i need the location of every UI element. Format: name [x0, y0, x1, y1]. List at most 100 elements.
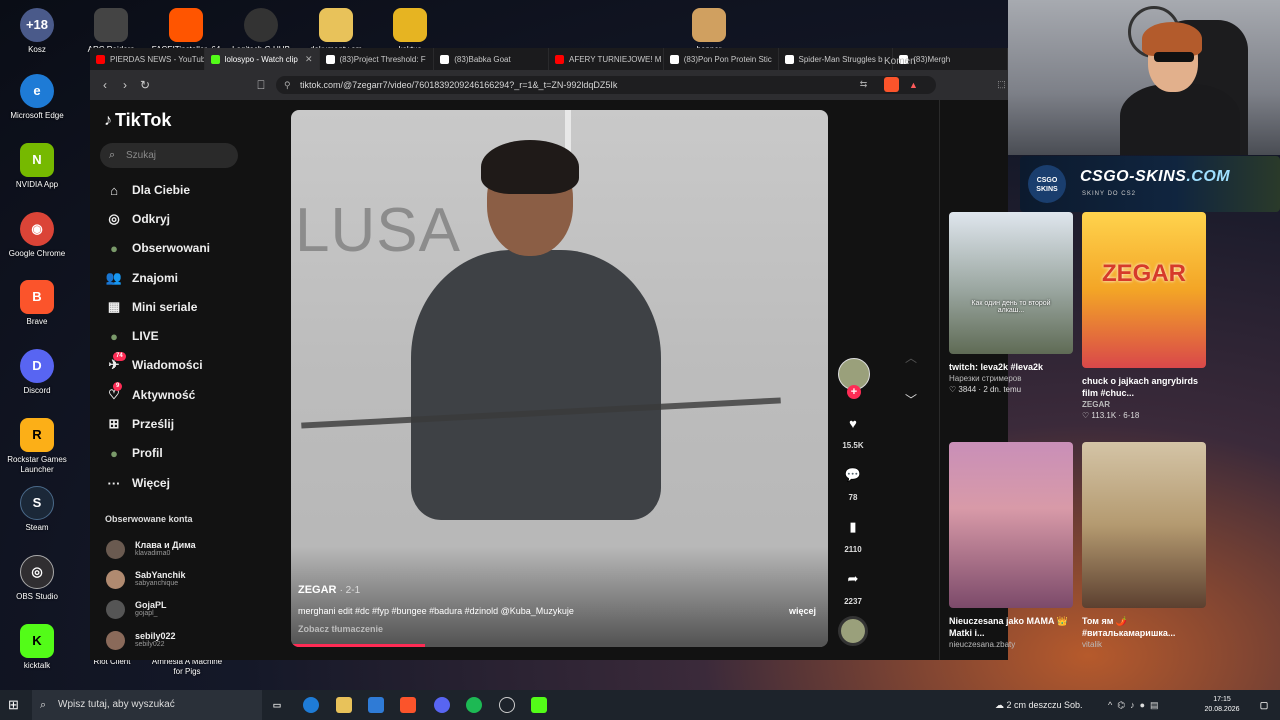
tiktok-logo[interactable]: ♪ TikTok	[104, 110, 171, 131]
nav-item-more[interactable]: ··· Więcej	[104, 472, 170, 494]
webcam-glasses	[1154, 52, 1194, 62]
spotify-icon[interactable]	[466, 697, 482, 713]
follow-plus-icon[interactable]: +	[847, 385, 861, 399]
discord-icon[interactable]	[434, 697, 450, 713]
comment-count: 78	[848, 493, 858, 502]
home-icon: ⌂	[110, 182, 118, 198]
url-text: tiktok.com/@7zegarr7/video/7601839209246…	[300, 80, 618, 90]
volume-icon[interactable]: ♪	[1130, 700, 1140, 710]
clock[interactable]: 17:15 20.08.2026	[1198, 695, 1246, 715]
windows-start-icon[interactable]: ⊞	[8, 697, 24, 713]
sponsor-logo: CSGO SKINS	[1028, 165, 1066, 203]
extensions-icon[interactable]: ⬚	[994, 77, 1009, 92]
related-video-card[interactable]: Том ям 🌶️ #виталькамаришка... vitalik	[1082, 442, 1206, 650]
back-icon[interactable]: ‹	[96, 76, 114, 94]
reload-icon[interactable]: ↻	[136, 76, 154, 94]
desktop-icon-recycle-bin[interactable]: +18 Kosz	[1, 8, 73, 55]
related-video-card[interactable]: Как один день то второй алкаш... twitch:…	[949, 212, 1073, 396]
search-input[interactable]: ⌕ Szukaj	[100, 143, 238, 168]
followed-account[interactable]: SabYanchik sabyanchique	[106, 568, 186, 590]
like-action[interactable]: ♥ 15.5K	[836, 408, 870, 451]
network-icon[interactable]: ⌬	[1117, 700, 1130, 710]
notification-icon[interactable]: ▤	[1150, 700, 1164, 710]
system-tray[interactable]: ^⌬♪●▤	[1108, 690, 1164, 720]
browser-tab[interactable]: AFERY TURNIEJOWE! M	[549, 48, 664, 70]
nav-label: Mini seriale	[132, 300, 198, 314]
nav-item-upload[interactable]: ⊞ Prześlij	[104, 413, 174, 435]
obs-icon[interactable]	[499, 697, 515, 713]
browser-tab-active[interactable]: lolosypo - Watch clip ✕	[204, 48, 320, 70]
desktop-icon-steam[interactable]: S Steam	[1, 486, 73, 533]
share-action[interactable]: ➦ 2237	[836, 564, 870, 606]
browser-tab[interactable]: (83)Project Threshold: F	[320, 48, 435, 70]
outlook-icon[interactable]	[368, 697, 384, 713]
edge-icon[interactable]	[303, 697, 319, 713]
followed-account[interactable]: GojaPL gojapl_	[106, 598, 167, 620]
kicktalk-icon[interactable]	[531, 697, 547, 713]
related-videos: Как один день то второй алкаш... twitch:…	[940, 210, 1216, 658]
followed-account[interactable]: Клава и Дима klavadima0	[106, 538, 196, 560]
nav-item-mini-series[interactable]: ▦ Mini seriale	[104, 296, 198, 318]
desktop-icon-rockstar[interactable]: R Rockstar Games Launcher	[1, 418, 73, 475]
desktop-icon-kicktalk[interactable]: K kicktalk	[1, 624, 73, 671]
nav-item-for-you[interactable]: ⌂ Dla Ciebie	[104, 179, 190, 201]
avatar	[106, 599, 125, 619]
more-caption-link[interactable]: więcej	[789, 606, 816, 616]
nav-item-activity[interactable]: ♡ 9 Aktywność	[104, 382, 195, 406]
nav-item-profile[interactable]: ● Profil	[104, 442, 163, 464]
translate-icon[interactable]: ⇆	[856, 77, 871, 92]
account-name: SabYanchik	[135, 570, 186, 580]
related-video-card[interactable]: Nieuczesana jako MAMA 👑 Matki i... nieuc…	[949, 442, 1073, 650]
nav-item-friends[interactable]: 👥 Znajomi	[104, 267, 178, 289]
nav-item-live[interactable]: ● LIVE	[104, 325, 159, 347]
related-video-card[interactable]: ZEGAR chuck o jajkach angrybirds film #c…	[1082, 212, 1206, 422]
task-view-icon[interactable]: ▭	[269, 697, 285, 713]
comment-action[interactable]: 💬 78	[836, 460, 870, 502]
music-disc-icon[interactable]	[838, 616, 868, 646]
video-progress-bar[interactable]	[291, 644, 828, 647]
related-stats: 3844 · 2 dn. temu	[958, 385, 1022, 394]
forward-icon[interactable]: ›	[116, 76, 134, 94]
nav-item-explore[interactable]: ◎ Odkryj	[104, 208, 170, 230]
followed-account[interactable]: sebily022 sebily022	[106, 629, 176, 651]
tray-chevron-icon[interactable]: ^	[1108, 700, 1117, 710]
desktop-icon-obs[interactable]: ◎ OBS Studio	[1, 555, 73, 602]
taskbar-search[interactable]: ⌕ Wpisz tutaj, aby wyszukać	[32, 690, 262, 720]
file-explorer-icon[interactable]	[336, 697, 352, 713]
nav-item-messages[interactable]: ✈ 74 Wiadomości	[104, 352, 203, 376]
desktop-icon-edge[interactable]: e Microsoft Edge	[1, 74, 73, 121]
thumbnail-caption: Как один день то второй алкаш...	[971, 300, 1051, 314]
browser-tab[interactable]: PIERDAS NEWS - YouTub	[90, 48, 205, 70]
video-player[interactable]: LUSA ZEGAR · 2-1 merghani edit #dc #fyp …	[291, 110, 828, 647]
sponsor-name: CSGO-SKINS.COM	[1080, 168, 1230, 186]
see-translation-link[interactable]: Zobacz tłumaczenie	[298, 624, 383, 634]
desktop-icon-discord[interactable]: D Discord	[1, 349, 73, 396]
previous-video-icon[interactable]: ︿	[896, 342, 926, 372]
desktop-icon-amnesia[interactable]: Amnesia A Machine for Pigs	[150, 657, 224, 677]
brave-shields-icon[interactable]	[884, 77, 899, 92]
tab-comments[interactable]: Komen	[884, 56, 916, 67]
bookmark-icon[interactable]: ⎕	[252, 76, 270, 94]
video-author[interactable]: ZEGAR · 2-1	[298, 584, 360, 596]
weather-widget[interactable]: ☁ 2 cm deszczu Sob.	[995, 690, 1083, 720]
nav-item-following[interactable]: ● Obserwowani	[104, 237, 210, 259]
mic-icon[interactable]: ●	[1140, 700, 1150, 710]
nav-label: Obserwowani	[132, 241, 211, 255]
desktop-icon-brave[interactable]: B Brave	[1, 280, 73, 327]
desktop-icon-label: Brave	[26, 317, 48, 326]
desktop-icon-nvidia[interactable]: N NVIDIA App	[1, 143, 73, 190]
browser-tab[interactable]: (83)Babka Goat	[434, 48, 549, 70]
next-video-icon[interactable]: ﹀	[896, 384, 926, 414]
brave-icon[interactable]	[400, 697, 416, 713]
close-tab-icon[interactable]: ✕	[305, 54, 313, 65]
browser-tab[interactable]: (83)Pon Pon Protein Stic	[664, 48, 779, 70]
logitech-icon	[244, 8, 278, 42]
friends-icon: 👥	[105, 270, 123, 285]
site-info-icon[interactable]: ⚲	[284, 76, 291, 94]
browser-tab[interactable]: Spider-Man Struggles b	[779, 48, 894, 70]
url-field[interactable]: ⚲ tiktok.com/@7zegarr7/video/760183920924…	[276, 76, 936, 94]
save-action[interactable]: ▮ 2110	[836, 512, 870, 554]
action-center-icon[interactable]: ▢	[1256, 697, 1272, 713]
brave-rewards-icon[interactable]: ▲	[906, 77, 921, 92]
desktop-icon-chrome[interactable]: ◉ Google Chrome	[1, 212, 73, 259]
